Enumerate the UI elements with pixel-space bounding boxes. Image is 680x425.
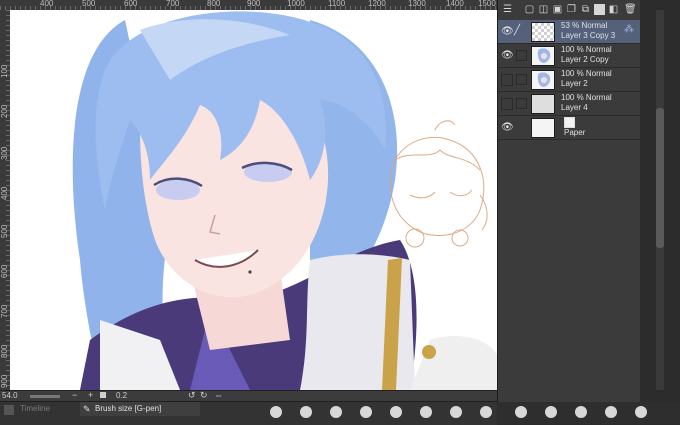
delete-layer-icon[interactable]: 🗑 [624, 4, 637, 15]
brush-size-preset[interactable] [545, 406, 557, 418]
layer-row-layer-4[interactable]: 100 % Normal Layer 4 [498, 92, 640, 116]
brush-size-preset[interactable] [515, 406, 527, 418]
ruler-tick: 900 [0, 374, 9, 388]
layers-toolbar: ☰ ▢ ◫ ▣ ❐ ⧉ ◧ 🗑 [498, 0, 640, 21]
zoom-out-icon[interactable]: − [72, 390, 77, 400]
layer-name: Layer 2 Copy [561, 55, 609, 64]
panel-icon[interactable] [4, 405, 14, 415]
brush-size-preset[interactable] [450, 406, 462, 418]
ruler-tick: 500 [0, 224, 9, 238]
ruler-tick: 1000 [287, 0, 305, 8]
ruler-tick: 700 [0, 304, 9, 318]
ruler-tick: 100 [0, 64, 9, 78]
ruler-tick: 200 [0, 104, 9, 118]
paper-icon [564, 117, 575, 128]
layer-name: Layer 4 [561, 103, 588, 112]
clip-icon[interactable]: ◧ [608, 4, 619, 15]
panel-menu-icon[interactable]: ☰ [502, 4, 513, 15]
layer-thumbnail [531, 22, 555, 42]
brush-icon: ✎ [83, 404, 91, 414]
brush-size-preset[interactable] [575, 406, 587, 418]
brush-size-preset[interactable] [270, 406, 282, 418]
layer-color-icon: ⁂ [624, 24, 634, 35]
flip-icon[interactable]: ⇔ [214, 390, 223, 400]
ruler-tick: 400 [0, 186, 9, 200]
rotation-readout[interactable]: 0.2 [116, 391, 127, 400]
scrollbar-thumb[interactable] [656, 108, 664, 248]
layer-thumbnail [531, 46, 555, 66]
brush-size-preset[interactable] [635, 406, 647, 418]
rotate-left-icon[interactable]: ↺ [188, 390, 196, 401]
eye-icon[interactable]: 👁 [501, 122, 514, 133]
left-ruler: 100 200 300 400 500 600 700 800 900 [0, 10, 10, 390]
copy-layer-icon[interactable]: ❐ [566, 4, 577, 15]
layer-row-layer-2-copy[interactable]: 👁 100 % Normal Layer 2 Copy [498, 44, 640, 68]
layer-row-paper[interactable]: 👁 Paper [498, 116, 640, 140]
eye-toggle-off[interactable] [501, 74, 513, 86]
new-folder-icon[interactable]: ▣ [552, 4, 563, 15]
ruler-tick: 500 [82, 0, 96, 8]
layer-row-layer-3-copy-3[interactable]: 👁 ╱ 53 % Normal Layer 3 Copy 3 ⁂ [498, 20, 640, 44]
ruler-tick: 1400 [446, 0, 464, 8]
eye-toggle-off[interactable] [501, 98, 513, 110]
layer-blend-mode: 100 % Normal [561, 69, 612, 78]
brush-size-preset[interactable] [480, 406, 492, 418]
brush-size-preset[interactable] [605, 406, 617, 418]
layer-thumbnail [531, 118, 555, 138]
layer-thumbnail [531, 70, 555, 90]
ruler-tick: 700 [166, 0, 180, 8]
ruler-tick: 800 [207, 0, 221, 8]
ruler-tick: 300 [0, 146, 9, 160]
ruler-tick: 1100 [328, 0, 346, 8]
lock-toggle[interactable] [516, 50, 527, 61]
brush-size-preset[interactable] [300, 406, 312, 418]
brush-size-preset[interactable] [360, 406, 372, 418]
lock-toggle[interactable] [516, 74, 527, 85]
layer-name: Layer 2 [561, 79, 588, 88]
new-raster-layer-icon[interactable]: ▢ [524, 4, 535, 15]
brush-size-preset[interactable] [330, 406, 342, 418]
layer-blend-mode: 53 % Normal [561, 21, 608, 30]
top-ruler: 400 500 600 700 800 900 1000 1100 1200 1… [0, 0, 497, 10]
pen-icon: ╱ [514, 25, 521, 36]
eye-icon[interactable]: 👁 [501, 26, 514, 37]
zoom-readout[interactable]: 54.0 [2, 391, 18, 400]
ruler-tick: 600 [124, 0, 138, 8]
ruler-tick: 1300 [408, 0, 426, 8]
brush-size-preset[interactable] [390, 406, 402, 418]
ruler-tick: 1500 [478, 0, 496, 8]
layer-thumbnail [531, 94, 555, 114]
brush-size-label: Brush size [G-pen] [95, 404, 162, 413]
timeline-tab[interactable]: Timeline [20, 404, 50, 413]
rotate-right-icon[interactable]: ↻ [200, 390, 208, 401]
ruler-tick: 600 [0, 264, 9, 278]
ruler-tick: 900 [247, 0, 261, 8]
ruler-tick: 1200 [368, 0, 386, 8]
mask-icon[interactable] [594, 4, 605, 15]
drawing-canvas[interactable] [10, 10, 497, 390]
artwork-illustration [72, 11, 497, 390]
new-vector-layer-icon[interactable]: ◫ [538, 4, 549, 15]
lock-toggle[interactable] [516, 98, 527, 109]
merge-layer-icon[interactable]: ⧉ [580, 4, 591, 15]
layer-row-layer-2[interactable]: 100 % Normal Layer 2 [498, 68, 640, 92]
brush-size-tab[interactable]: ✎ Brush size [G-pen] [80, 402, 200, 416]
zoom-slider[interactable] [30, 395, 60, 398]
eye-icon[interactable]: 👁 [501, 50, 514, 61]
layer-blend-mode: 100 % Normal [561, 93, 612, 102]
layers-panel: ☰ ▢ ◫ ▣ ❐ ⧉ ◧ 🗑 👁 ╱ 53 % Normal Layer 3 … [497, 0, 640, 402]
ruler-tick: 400 [40, 0, 54, 8]
layer-blend-mode: 100 % Normal [561, 45, 612, 54]
zoom-in-icon[interactable]: + [88, 390, 93, 400]
brush-size-preset[interactable] [420, 406, 432, 418]
layer-name: Layer 3 Copy 3 [561, 31, 616, 40]
layer-name: Paper [564, 128, 586, 137]
ruler-tick: 800 [0, 344, 9, 358]
fit-icon[interactable] [100, 392, 106, 398]
